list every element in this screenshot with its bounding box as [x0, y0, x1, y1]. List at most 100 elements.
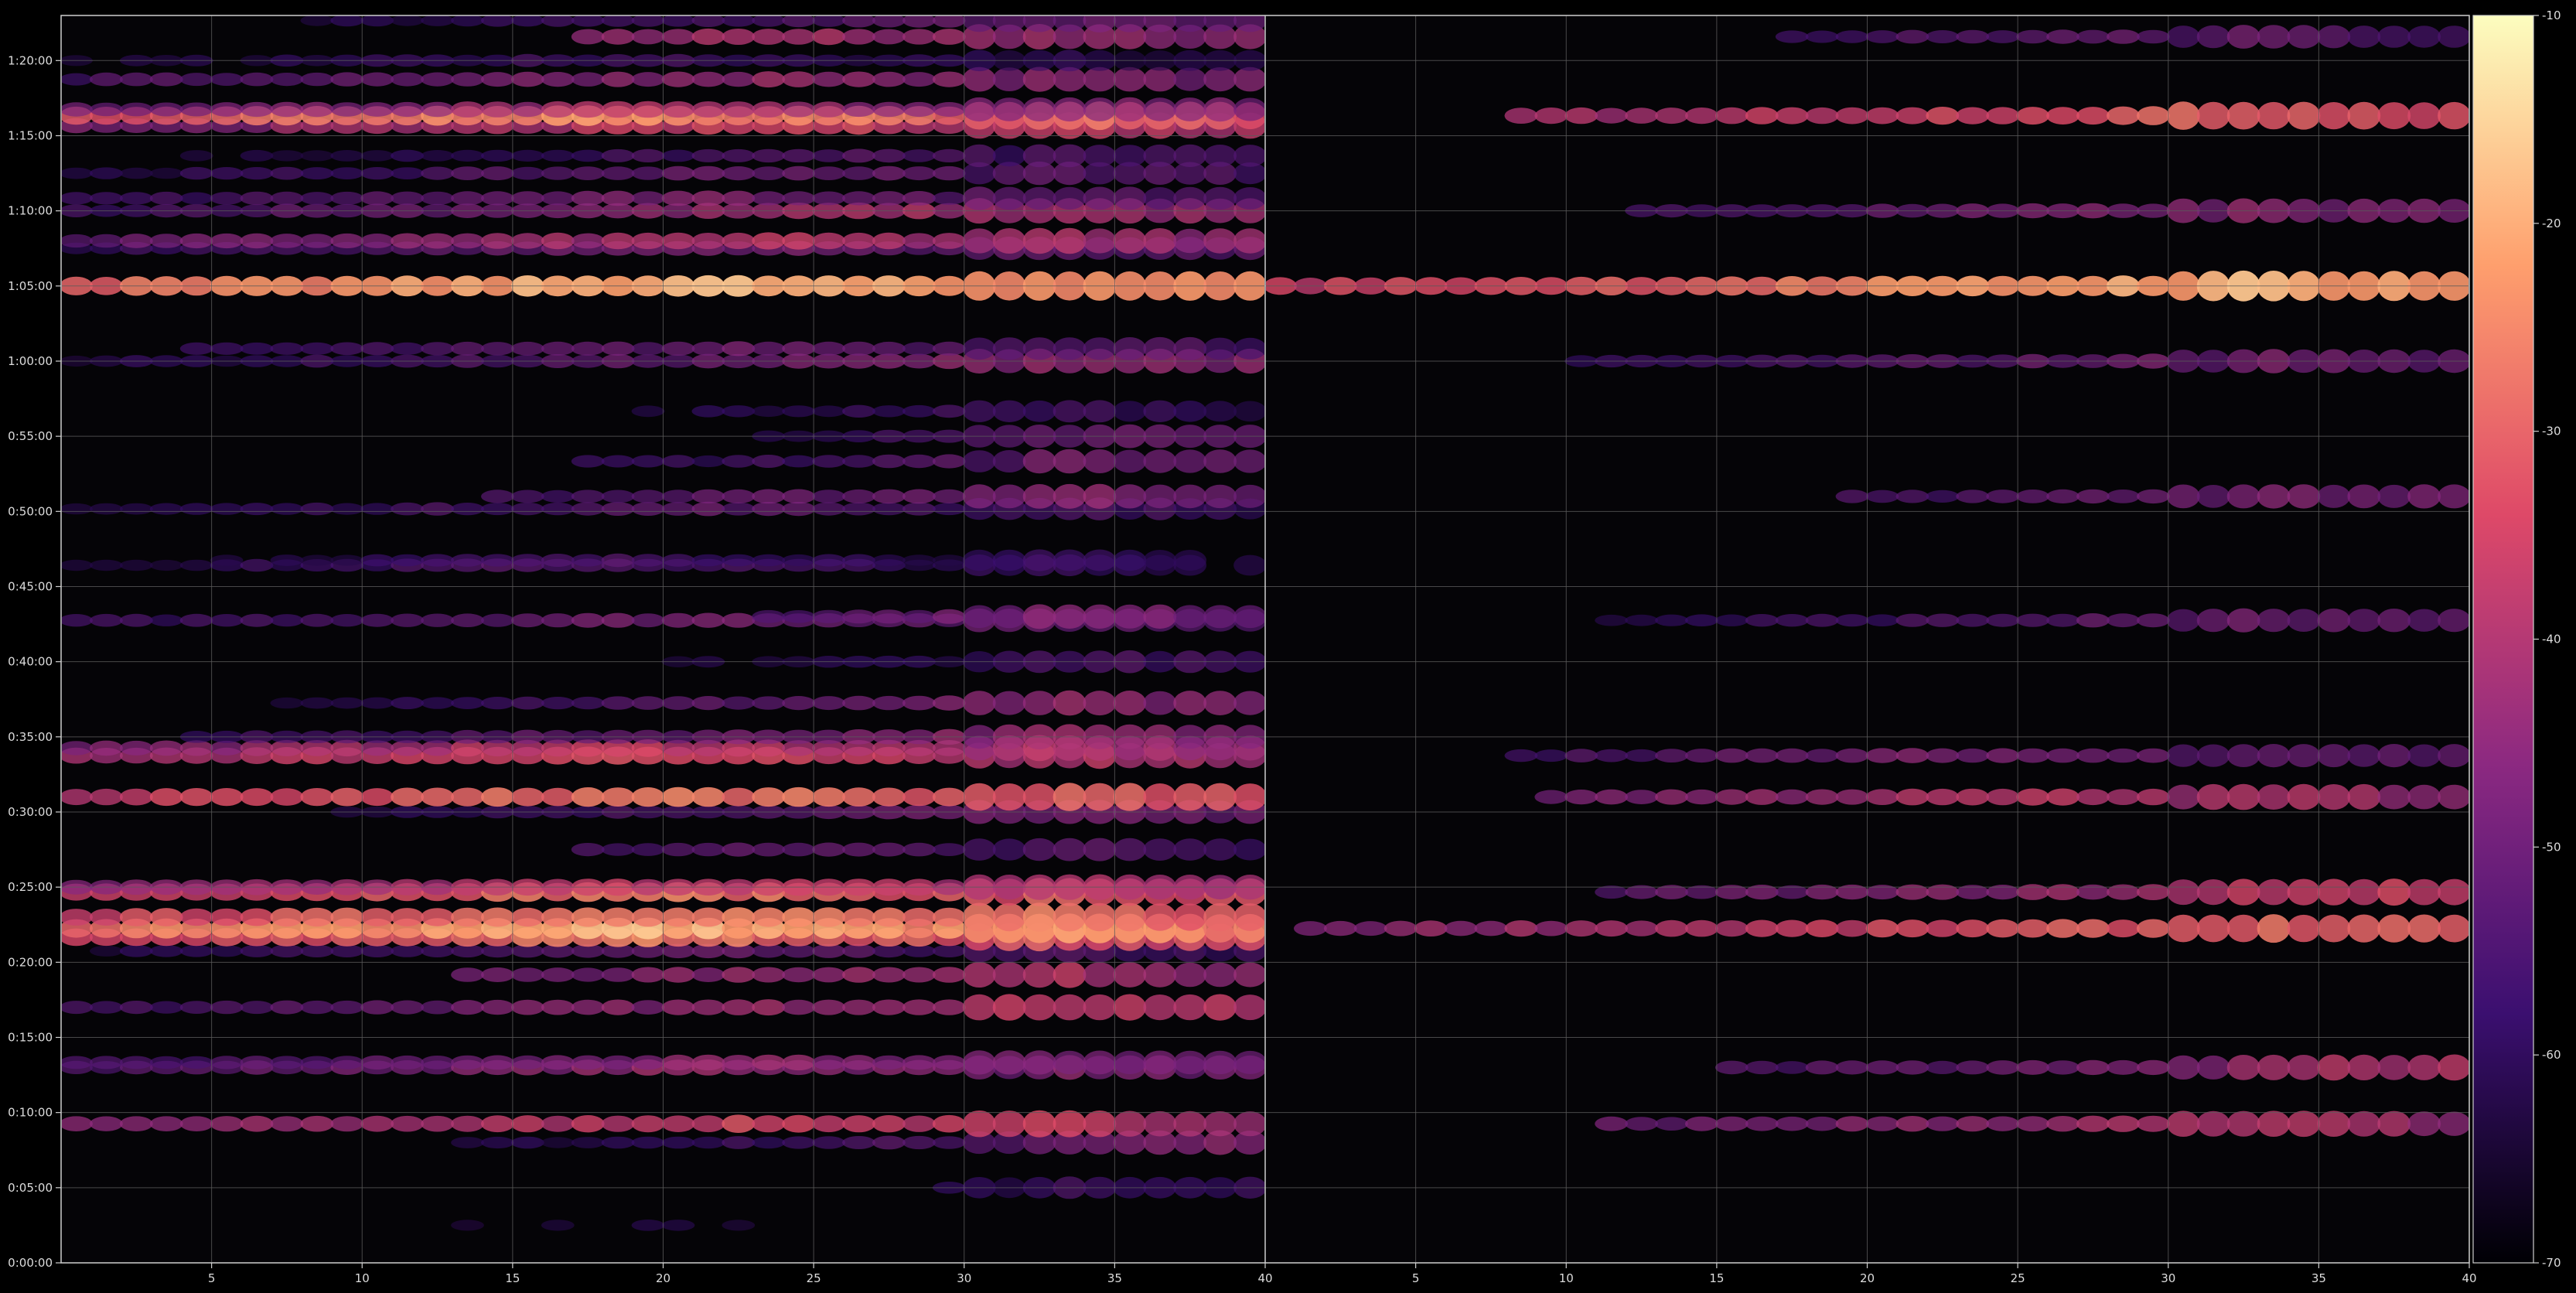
cell-p1-b11-c5 [179, 908, 213, 926]
cell-p1-b38-c10 [330, 167, 364, 180]
cell-p1-b42-c26 [812, 101, 845, 118]
cell-p1-b26-c1 [62, 503, 93, 515]
cell-p1-b42-c39 [1203, 97, 1237, 122]
cell-p1-b28-c28 [872, 454, 906, 469]
cell-p1-b39-c7 [240, 149, 274, 162]
cell-p1-b28-c39 [1203, 449, 1237, 473]
cell-p1-b32-c30 [932, 341, 966, 356]
cell-p2-b1-c26 [2016, 1059, 2050, 1075]
cell-p2-b6-c33 [2226, 608, 2260, 633]
cell-p1-b18-c1 [62, 741, 93, 756]
cell-p2-b1-c24 [1956, 1060, 1990, 1075]
cell-p1-b26-c9 [300, 502, 334, 516]
x-tick-label-p1-3: 20 [656, 1271, 670, 1285]
cell-p2-b2-c5 [1384, 920, 1418, 936]
cell-p1-b7-c15 [481, 967, 514, 982]
cell-p1-b8-c11 [360, 944, 394, 958]
cell-p2-b2-c33 [2226, 914, 2260, 943]
cell-p1-b16-c5 [179, 788, 213, 807]
cell-p1-b6-c7 [240, 1001, 274, 1015]
cell-p1-b7-c33 [1022, 961, 1056, 988]
y-tick-label-6: 0:30:00 [8, 805, 53, 819]
cell-p1-b32-c14 [451, 341, 484, 356]
cell-p1-b7-c37 [1143, 962, 1177, 988]
cell-p1-b27-c39 [1203, 484, 1237, 509]
y-tick-label-9: 0:45:00 [8, 579, 53, 593]
cell-p2-b12-c19 [1805, 30, 1839, 43]
cell-p1-b11-c2 [89, 909, 123, 926]
cell-p1-b20-c12 [391, 697, 424, 710]
cell-p1-b46-c9 [300, 15, 334, 26]
cell-p2-b7-c35 [2287, 484, 2321, 509]
cell-p1-b6-c16 [510, 999, 544, 1015]
cell-p2-b0-c35 [2287, 1110, 2321, 1138]
cell-p1-b39-c38 [1173, 144, 1207, 167]
cell-p2-b2-c36 [2317, 914, 2351, 943]
cell-p1-b3-c11 [360, 1115, 394, 1132]
cell-p2-b11-c34 [2257, 101, 2291, 130]
cell-p1-b30-c35 [1083, 400, 1117, 423]
cell-p1-b16-c39 [1203, 783, 1237, 811]
cell-p2-b6-c16 [1714, 614, 1749, 626]
cell-p1-b46-c10 [330, 15, 364, 27]
cell-p1-b7-c32 [992, 962, 1026, 988]
cell-p2-b0-c29 [2107, 1115, 2140, 1132]
x-tick-label-p2-5: 30 [2161, 1271, 2175, 1285]
cell-p2-b2-c19 [1805, 919, 1839, 937]
cell-p1-b46-c36 [1113, 15, 1147, 32]
cell-p1-b45-c18 [571, 29, 605, 45]
colorbar-tick-label-6: -70 [2542, 1256, 2561, 1270]
cell-p2-b11-c12 [1595, 107, 1629, 124]
cell-p1-b7-c20 [631, 967, 665, 983]
cell-p1-b39-c14 [451, 149, 484, 162]
cell-p1-b16-c40 [1233, 783, 1264, 811]
cell-p1-b43-c11 [360, 72, 394, 87]
cell-p2-b7-c26 [2016, 490, 2050, 503]
cell-p1-b32-c15 [481, 342, 514, 356]
cell-p2-b0-c37 [2347, 1110, 2381, 1137]
cell-p2-b11-c31 [2166, 101, 2200, 130]
cell-p1-b30-c33 [1022, 400, 1056, 422]
cell-p2-b2-c14 [1655, 919, 1688, 937]
cell-p1-b28-c25 [782, 455, 816, 468]
cell-p1-b14-c35 [1083, 838, 1117, 861]
cell-p2-b1-c38 [2377, 1055, 2411, 1080]
cell-p1-b25-c32 [992, 549, 1026, 571]
cell-p1-b25-c37 [1143, 550, 1177, 571]
cell-p1-b3-c29 [902, 1115, 936, 1132]
cell-p2-b1-c33 [2226, 1055, 2260, 1080]
cell-p2-b1-c37 [2347, 1054, 2381, 1080]
cell-p1-b37-c17 [541, 191, 575, 206]
x-tick-label-p1-5: 30 [957, 1271, 971, 1285]
cell-p1-b26-c26 [812, 502, 845, 516]
cell-p1-b39-c37 [1143, 144, 1177, 167]
cell-p1-b6-c5 [179, 1001, 213, 1014]
cell-p1-b26-c24 [752, 502, 786, 517]
cell-p1-b20-c17 [541, 697, 575, 710]
cell-p1-b42-c33 [1022, 97, 1056, 121]
cell-p1-b32-c29 [902, 342, 936, 356]
cell-p1-b2-c29 [902, 1135, 936, 1150]
cell-p2-b3-c38 [2377, 878, 2411, 906]
colorbar: -10 -20 -30 -40 -50 -60 -70 [2472, 9, 2561, 1270]
cell-p1-b16-c3 [119, 788, 153, 806]
cell-p1-b3-c40 [1233, 1111, 1264, 1137]
cell-p1-b42-c4 [149, 102, 183, 117]
cell-p1-b23-c39 [1203, 605, 1237, 629]
cell-p2-b2-c11 [1564, 920, 1598, 937]
cell-p2-b4-c19 [1805, 789, 1839, 805]
cell-p1-b26-c19 [601, 502, 635, 516]
cell-p1-b3-c7 [240, 1115, 274, 1132]
cell-p2-b2-c20 [1835, 919, 1869, 937]
cell-p2-b2-c25 [1986, 919, 2020, 938]
cell-p1-b45-c30 [932, 29, 966, 45]
cell-p1-b11-c11 [360, 908, 394, 926]
cell-p1-b30-c37 [1143, 400, 1177, 422]
cell-p2-b3-c29 [2107, 884, 2140, 900]
cell-p1-b32-c18 [571, 341, 605, 356]
cell-p1-b42-c37 [1143, 97, 1177, 121]
cell-p1-b46-c40 [1233, 15, 1264, 32]
cell-p2-b4-c21 [1865, 789, 1899, 805]
cell-p1-b39-c5 [179, 150, 213, 162]
cell-p1-b22-c17 [541, 613, 575, 628]
